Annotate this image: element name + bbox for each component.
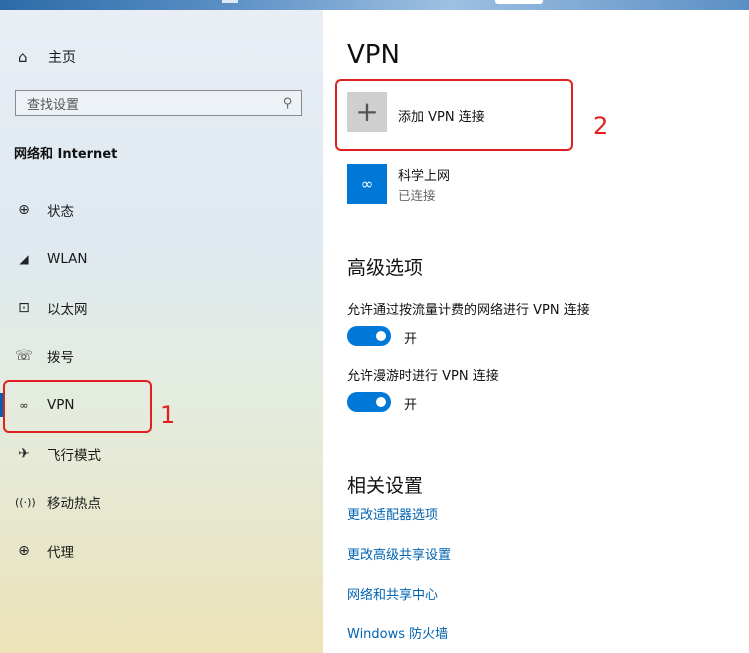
home-label: 主页 [48, 50, 76, 66]
airplane-icon: ✈ [18, 446, 30, 462]
sidebar-item-label: WLAN [47, 251, 88, 267]
home-nav-item[interactable]: ⌂ 主页 [18, 47, 76, 67]
advanced-sharing-link[interactable]: 更改高级共享设置 [347, 544, 451, 563]
home-icon: ⌂ [18, 48, 28, 66]
settings-sidebar: ⌂ 主页 查找设置 ⚲ 网络和 Internet ⊕ 状态 ◢ WLAN ⊡ 以… [0, 10, 323, 653]
sidebar-item-dialup[interactable]: ☏ 拨号 [0, 341, 323, 371]
status-globe-icon: ⊕ [18, 202, 30, 218]
sidebar-item-airplane-mode[interactable]: ✈ 飞行模式 [0, 439, 323, 469]
dialup-icon: ☏ [15, 348, 33, 364]
metered-toggle[interactable] [347, 326, 391, 346]
title-bar-fragment [222, 0, 238, 3]
title-bar-fragment [495, 0, 543, 4]
connection-name: 科学上网 [398, 169, 451, 184]
roaming-option-label: 允许漫游时进行 VPN 连接 [347, 369, 499, 384]
sidebar-item-label: 代理 [47, 545, 74, 561]
annotation-box-1 [3, 380, 152, 433]
search-icon: ⚲ [283, 95, 293, 111]
sidebar-item-wlan[interactable]: ◢ WLAN [0, 244, 323, 274]
toggle-knob [376, 397, 386, 407]
sidebar-item-label: 飞行模式 [47, 448, 101, 464]
section-title: 网络和 Internet [14, 147, 118, 162]
hotspot-icon: ((·)) [15, 495, 36, 509]
sidebar-item-label: 状态 [47, 204, 74, 220]
metered-option-label: 允许通过按流量计费的网络进行 VPN 连接 [347, 303, 590, 318]
windows-firewall-link[interactable]: Windows 防火墙 [347, 623, 448, 642]
metered-toggle-state: 开 [404, 332, 418, 347]
advanced-options-title: 高级选项 [347, 257, 424, 279]
toggle-knob [376, 331, 386, 341]
search-input[interactable]: 查找设置 ⚲ [15, 90, 302, 116]
search-placeholder: 查找设置 [27, 97, 80, 113]
adapter-options-link[interactable]: 更改适配器选项 [347, 504, 438, 523]
vpn-icon: ∞ [347, 164, 387, 204]
connection-status: 已连接 [398, 188, 436, 203]
related-settings-title: 相关设置 [347, 475, 424, 497]
sidebar-item-ethernet[interactable]: ⊡ 以太网 [0, 293, 323, 323]
sidebar-item-label: 以太网 [47, 302, 88, 318]
annotation-box-2 [335, 79, 573, 151]
sidebar-item-proxy[interactable]: ⊕ 代理 [0, 536, 323, 566]
window-top-strip [0, 0, 749, 10]
sidebar-item-label: 移动热点 [47, 496, 101, 512]
page-title: VPN [347, 40, 400, 70]
network-sharing-center-link[interactable]: 网络和共享中心 [347, 584, 438, 603]
sidebar-item-label: 拨号 [47, 350, 74, 366]
annotation-number-2: 2 [593, 112, 609, 140]
ethernet-icon: ⊡ [18, 300, 30, 316]
vpn-connection-item[interactable]: ∞ 科学上网 已连接 [347, 164, 450, 204]
roaming-toggle[interactable] [347, 392, 391, 412]
wifi-icon: ◢ [19, 252, 29, 266]
sidebar-item-hotspot[interactable]: ((·)) 移动热点 [0, 487, 323, 517]
proxy-globe-icon: ⊕ [18, 543, 30, 559]
sidebar-item-status[interactable]: ⊕ 状态 [0, 195, 323, 225]
annotation-number-1: 1 [160, 401, 176, 429]
roaming-toggle-state: 开 [404, 398, 418, 413]
